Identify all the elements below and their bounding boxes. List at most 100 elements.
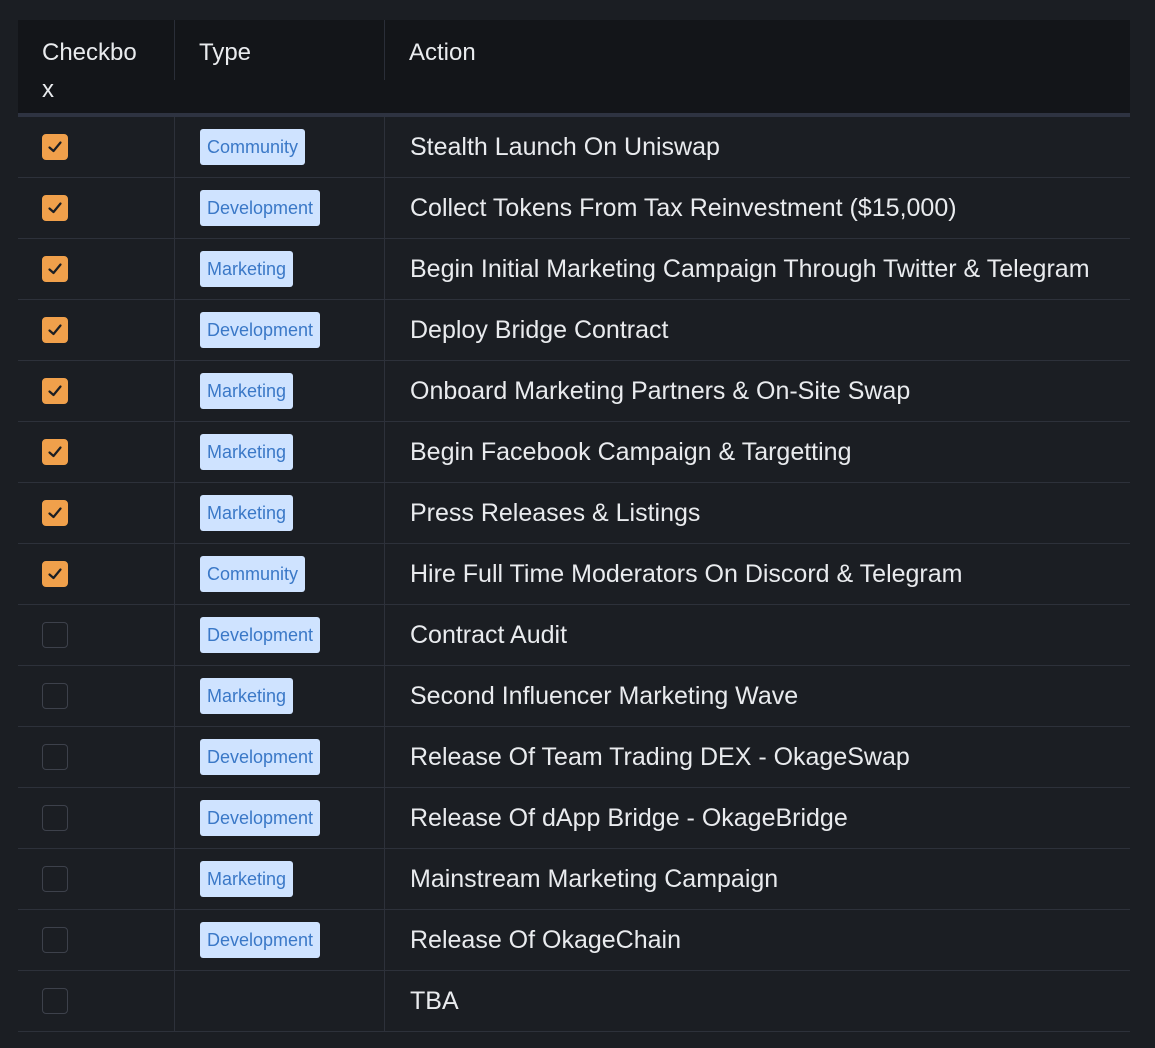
row-checkbox[interactable] [42, 683, 68, 709]
row-checkbox[interactable] [42, 378, 68, 404]
checkbox-cell [18, 910, 175, 970]
checkbox-cell [18, 849, 175, 909]
action-cell: Hire Full Time Moderators On Discord & T… [385, 544, 1130, 604]
action-cell: Collect Tokens From Tax Reinvestment ($1… [385, 178, 1130, 238]
table-row: Development Contract Audit [18, 605, 1130, 666]
type-cell: Development [175, 178, 385, 238]
action-cell: Second Influencer Marketing Wave [385, 666, 1130, 726]
checkbox-cell [18, 971, 175, 1031]
action-cell: TBA [385, 971, 1130, 1031]
row-checkbox[interactable] [42, 500, 68, 526]
checkbox-cell [18, 727, 175, 787]
type-tag: Marketing [200, 495, 294, 531]
table-row: Marketing Mainstream Marketing Campaign [18, 849, 1130, 910]
type-tag: Community [200, 556, 306, 592]
row-checkbox[interactable] [42, 988, 68, 1014]
check-icon [48, 202, 62, 214]
row-checkbox[interactable] [42, 439, 68, 465]
action-cell: Release Of Team Trading DEX - OkageSwap [385, 727, 1130, 787]
type-tag: Marketing [200, 861, 294, 897]
action-cell: Stealth Launch On Uniswap [385, 117, 1130, 177]
checkbox-cell [18, 361, 175, 421]
type-tag: Marketing [200, 434, 294, 470]
action-cell: Press Releases & Listings [385, 483, 1130, 543]
checkbox-cell [18, 239, 175, 299]
header-type-label: Type [199, 39, 252, 66]
type-tag: Development [200, 190, 321, 226]
action-text: TBA [410, 986, 459, 1015]
type-tag: Development [200, 617, 321, 653]
type-cell: Development [175, 727, 385, 787]
table-row: Marketing Onboard Marketing Partners & O… [18, 361, 1130, 422]
action-cell: Onboard Marketing Partners & On-Site Swa… [385, 361, 1130, 421]
checkbox-cell [18, 605, 175, 665]
type-tag: Marketing [200, 373, 294, 409]
action-text: Collect Tokens From Tax Reinvestment ($1… [410, 193, 957, 222]
table-row: Marketing Begin Facebook Campaign & Targ… [18, 422, 1130, 483]
check-icon [48, 568, 62, 580]
action-cell: Begin Facebook Campaign & Targetting [385, 422, 1130, 482]
type-cell: Development [175, 300, 385, 360]
type-tag: Marketing [200, 678, 294, 714]
check-icon [48, 385, 62, 397]
table-row: Development Release Of OkageChain [18, 910, 1130, 971]
type-cell: Development [175, 788, 385, 848]
action-text: Stealth Launch On Uniswap [410, 132, 720, 161]
type-tag: Development [200, 739, 321, 775]
header-checkbox-label: Checkbox [42, 39, 137, 103]
checkbox-cell [18, 666, 175, 726]
action-text: Hire Full Time Moderators On Discord & T… [410, 559, 963, 588]
action-cell: Mainstream Marketing Campaign [385, 849, 1130, 909]
row-checkbox[interactable] [42, 134, 68, 160]
action-text: Second Influencer Marketing Wave [410, 681, 799, 710]
type-cell: Community [175, 544, 385, 604]
row-checkbox[interactable] [42, 317, 68, 343]
type-tag: Development [200, 312, 321, 348]
type-cell: Marketing [175, 666, 385, 726]
check-icon [48, 263, 62, 275]
table-row: Community Stealth Launch On Uniswap [18, 117, 1130, 178]
row-checkbox[interactable] [42, 622, 68, 648]
checkbox-cell [18, 422, 175, 482]
check-icon [48, 141, 62, 153]
action-text: Deploy Bridge Contract [410, 315, 669, 344]
type-cell: Marketing [175, 422, 385, 482]
row-checkbox[interactable] [42, 927, 68, 953]
type-tag: Development [200, 922, 321, 958]
action-cell: Release Of OkageChain [385, 910, 1130, 970]
action-cell: Deploy Bridge Contract [385, 300, 1130, 360]
action-cell: Contract Audit [385, 605, 1130, 665]
checkbox-cell [18, 300, 175, 360]
header-checkbox: Checkbox [18, 20, 175, 113]
action-text: Press Releases & Listings [410, 498, 701, 527]
row-checkbox[interactable] [42, 805, 68, 831]
table-row: Marketing Second Influencer Marketing Wa… [18, 666, 1130, 727]
row-checkbox[interactable] [42, 195, 68, 221]
action-text: Begin Initial Marketing Campaign Through… [410, 254, 1090, 283]
header-type: Type [175, 20, 385, 113]
checkbox-cell [18, 788, 175, 848]
action-text: Release Of Team Trading DEX - OkageSwap [410, 742, 910, 771]
table-row: Development Deploy Bridge Contract [18, 300, 1130, 361]
type-cell: Marketing [175, 239, 385, 299]
row-checkbox[interactable] [42, 561, 68, 587]
type-tag: Marketing [200, 251, 294, 287]
table-row: Development Release Of Team Trading DEX … [18, 727, 1130, 788]
row-checkbox[interactable] [42, 256, 68, 282]
row-checkbox[interactable] [42, 866, 68, 892]
action-text: Onboard Marketing Partners & On-Site Swa… [410, 376, 911, 405]
table-row: Marketing Begin Initial Marketing Campai… [18, 239, 1130, 300]
action-text: Begin Facebook Campaign & Targetting [410, 437, 852, 466]
table-row: Development Release Of dApp Bridge - Oka… [18, 788, 1130, 849]
table-header: Checkbox Type Action [18, 20, 1130, 117]
table-row: Marketing Press Releases & Listings [18, 483, 1130, 544]
type-cell: Marketing [175, 361, 385, 421]
type-cell: Marketing [175, 483, 385, 543]
action-text: Release Of dApp Bridge - OkageBridge [410, 803, 848, 832]
type-cell: Development [175, 910, 385, 970]
type-cell [175, 971, 385, 1031]
table-row: Development Collect Tokens From Tax Rein… [18, 178, 1130, 239]
table-row: Community Hire Full Time Moderators On D… [18, 544, 1130, 605]
row-checkbox[interactable] [42, 744, 68, 770]
type-cell: Development [175, 605, 385, 665]
